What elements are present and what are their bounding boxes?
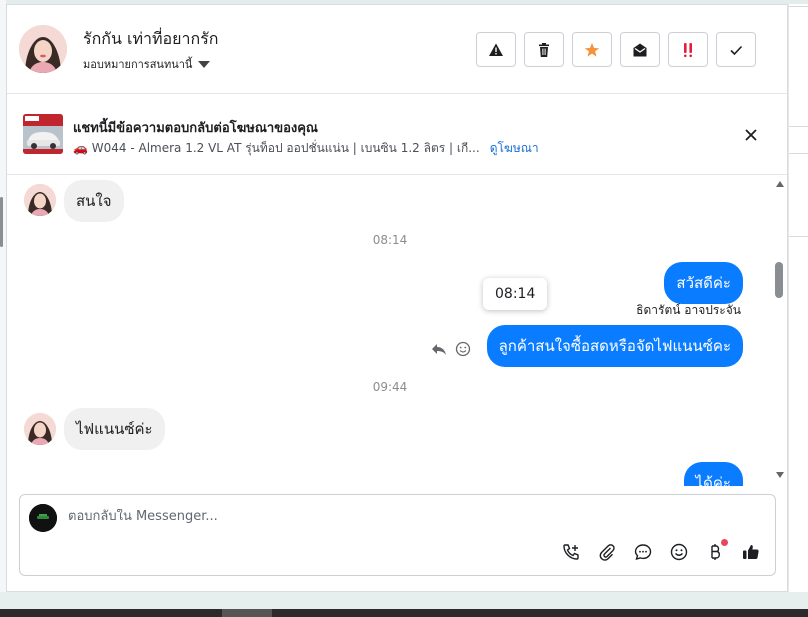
mark-spam-button[interactable]: [476, 32, 516, 67]
message-thread[interactable]: สนใจ 08:14 สวัสดีค่ะ 08:14 ธิดารัตน์ อาจ…: [7, 176, 773, 486]
payment-button[interactable]: [706, 539, 728, 561]
ad-reply-banner: แชทนี้มีข้อความตอบกลับต่อโฆษณาของคุณ 🚗 W…: [7, 95, 787, 175]
mark-unread-button[interactable]: [620, 32, 660, 67]
scroll-up-arrow[interactable]: [776, 181, 784, 187]
assign-conversation-dropdown[interactable]: มอบหมายการสนทนานี้: [83, 55, 211, 73]
incoming-message[interactable]: สนใจ: [64, 180, 124, 222]
outgoing-message[interactable]: ลูกค้าสนใจซื้อสดหรือจัดไฟแนนซ์คะ: [486, 325, 743, 367]
ad-thumbnail[interactable]: [23, 114, 63, 154]
os-taskbar: [0, 609, 808, 617]
contact-name: รักกัน เท่าที่อยากรัก: [83, 29, 219, 48]
mark-important-button[interactable]: [668, 32, 708, 67]
add-call-icon: [563, 544, 579, 560]
thumbs-up-icon: [743, 545, 759, 559]
star-icon: [584, 42, 600, 57]
add-call-button[interactable]: [562, 543, 580, 561]
trash-icon: [539, 42, 549, 57]
chat-bubble-icon: [634, 544, 652, 561]
timestamp-separator: 08:14: [372, 233, 408, 247]
ad-banner-subtitle: 🚗 W044 - Almera 1.2 VL AT รุ่นท็อป ออปชั…: [73, 139, 539, 158]
attach-button[interactable]: [598, 543, 616, 561]
ad-banner-title: แชทนี้มีข้อความตอบกลับต่อโฆษณาของคุณ: [73, 121, 318, 136]
ad-description: 🚗 W044 - Almera 1.2 VL AT รุ่นท็อป ออปชั…: [73, 141, 480, 155]
page-background: [0, 592, 808, 609]
notification-dot: [721, 539, 728, 546]
contact-avatar-small: [24, 413, 56, 445]
react-emoji-icon[interactable]: [455, 341, 471, 357]
incoming-message[interactable]: ไฟแนนซ์ค่ะ: [64, 408, 165, 450]
outgoing-message[interactable]: สวัสดีค่ะ: [664, 262, 743, 304]
scroll-thumb[interactable]: [775, 262, 783, 298]
composer-toolbar: [562, 539, 760, 561]
contact-avatar-small: [24, 184, 56, 216]
taskbar-active-item[interactable]: [222, 609, 272, 617]
caret-down-icon: [198, 60, 211, 68]
header-actions: [476, 32, 756, 67]
paperclip-icon: [599, 544, 615, 561]
delete-button[interactable]: [524, 32, 564, 67]
conversation-header: รักกัน เท่าที่อยากรัก มอบหมายการสนทนานี้: [7, 5, 787, 94]
message-composer: [19, 494, 776, 576]
assign-label: มอบหมายการสนทนานี้: [83, 58, 193, 71]
envelope-open-icon: [633, 43, 647, 56]
outgoing-message[interactable]: ได้ค่ะ: [683, 462, 743, 486]
sender-name: ธิดารัตน์ อาจประจัน: [636, 303, 741, 317]
warning-icon: [489, 43, 503, 56]
conversation-panel: รักกัน เท่าที่อยากรัก มอบหมายการสนทนานี้: [6, 4, 788, 592]
send-like-button[interactable]: [742, 543, 760, 561]
thread-scrollbar[interactable]: [773, 176, 787, 486]
emoji-button[interactable]: [670, 543, 688, 561]
page-avatar: [29, 504, 57, 532]
saved-replies-button[interactable]: [634, 543, 652, 561]
timestamp-separator: 09:44: [372, 380, 408, 394]
mark-done-button[interactable]: [716, 32, 756, 67]
right-panel-edge: [788, 4, 808, 592]
left-scroll-handle[interactable]: [0, 197, 3, 247]
message-time-tooltip: 08:14: [483, 278, 548, 310]
scroll-down-arrow[interactable]: [776, 472, 784, 478]
message-actions: [431, 341, 471, 357]
emoji-icon: [670, 543, 688, 561]
close-icon[interactable]: [743, 127, 759, 143]
check-icon: [730, 45, 743, 55]
contact-avatar[interactable]: [19, 25, 67, 73]
star-button[interactable]: [572, 32, 612, 67]
reply-input[interactable]: [68, 509, 528, 524]
baht-icon: [711, 544, 721, 560]
reply-icon[interactable]: [431, 341, 447, 357]
double-exclamation-icon: [684, 42, 692, 57]
view-ad-link[interactable]: ดูโฆษณา: [490, 139, 539, 158]
